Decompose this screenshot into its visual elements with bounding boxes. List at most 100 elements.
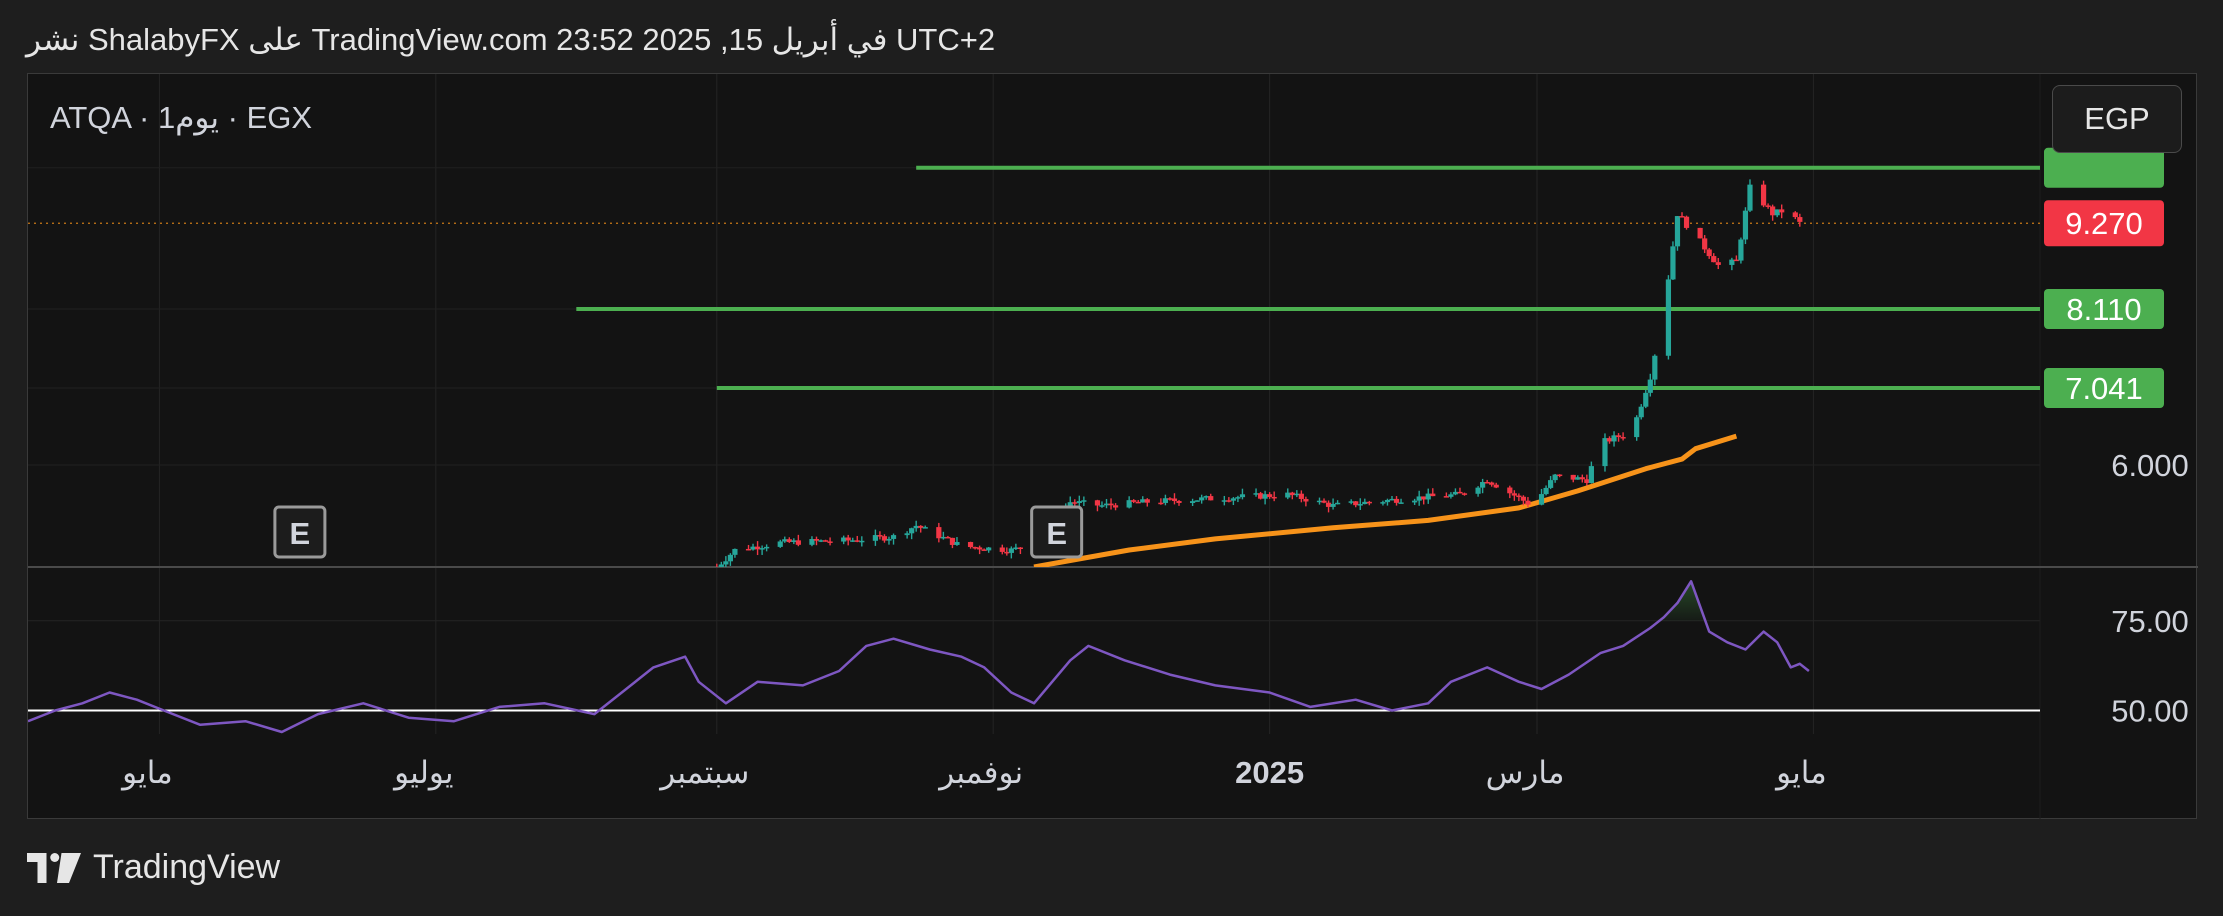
tradingview-logo-icon: [27, 852, 81, 883]
candle-body-18: [822, 540, 829, 542]
candle-body-143: [1615, 435, 1622, 438]
candle-body-169: [1779, 209, 1785, 213]
candle-body-49: [1017, 547, 1024, 549]
candle-body-14: [795, 540, 801, 545]
candle-body-42: [977, 547, 983, 550]
candle-body-25: [872, 535, 878, 541]
candle-body-97: [1325, 502, 1332, 507]
currency-button[interactable]: EGP: [2052, 85, 2182, 153]
candle-body-149: [1652, 355, 1658, 380]
candle-body-163: [1742, 210, 1749, 240]
candle-body-37: [945, 536, 951, 539]
candle-body-74: [1176, 501, 1182, 503]
chart-frame[interactable]: E E 6.000 8.110 7.041 9.270 75.00 50.00 مايو يولي…: [27, 73, 2198, 820]
candle-body-99: [1335, 502, 1341, 505]
symbol-legend[interactable]: ATQA · 1يوم · EGX: [50, 100, 312, 136]
candle-body-107: [1389, 498, 1395, 501]
x-tick-label-0: مايو: [120, 755, 173, 791]
footer-brand-name: TradingView: [93, 848, 281, 886]
candle-body-90: [1285, 492, 1291, 498]
candle-body-39: [954, 542, 960, 545]
candle-body-121: [1480, 482, 1486, 488]
candle-body-95: [1316, 500, 1323, 503]
footer-branding: TradingView: [27, 848, 280, 887]
candle-body-148: [1647, 379, 1653, 393]
candle-body-171: [1797, 217, 1803, 222]
candle-body-63: [1108, 503, 1114, 506]
candle-body-122: [1484, 482, 1490, 484]
candle-body-119: [1461, 493, 1468, 495]
level-tag-label-1: 8.110: [2066, 292, 2141, 327]
candle-body-76: [1194, 500, 1200, 502]
candle-body-154: [1683, 216, 1690, 228]
candle-body-168: [1774, 209, 1780, 216]
candle-body-48: [1013, 547, 1019, 549]
candle-body-9: [764, 546, 770, 549]
rsi-line: [28, 580, 1810, 734]
candle-body-157: [1706, 249, 1712, 257]
candle-body-32: [913, 525, 919, 529]
candle-body-142: [1611, 435, 1617, 442]
candle-body-71: [1162, 498, 1169, 503]
level-tag-0: [2044, 147, 2164, 188]
candle-body-67: [1135, 501, 1141, 504]
candle-body-88: [1267, 494, 1273, 497]
candle-body-5: [745, 548, 752, 551]
candle-body-161: [1733, 259, 1739, 262]
candle-body-38: [949, 537, 956, 545]
x-tick-label-5: مارس: [1486, 755, 1565, 791]
candle-body-86: [1257, 493, 1264, 499]
candle-body-120: [1475, 487, 1481, 494]
candle-body-4: [732, 548, 738, 555]
candle-body-160: [1729, 259, 1735, 265]
last-price-label: 9.270: [2065, 206, 2143, 241]
candle-body-1: [718, 564, 724, 567]
candle-body-69: [1144, 499, 1150, 503]
candle-body-2: [723, 561, 729, 565]
chart-canvas[interactable]: E E 6.000 8.110 7.041 9.270 75.00 50.00 مايو يولي…: [28, 74, 2198, 820]
candle-body-23: [854, 540, 860, 542]
candle-body-165: [1760, 184, 1767, 206]
candle-body-62: [1103, 503, 1110, 506]
candle-body-41: [972, 547, 978, 549]
candle-body-29: [890, 535, 897, 539]
candle-body-130: [1538, 494, 1545, 505]
candle-body-26: [877, 535, 883, 537]
candle-body-61: [1099, 505, 1105, 507]
candle-body-12: [786, 539, 792, 542]
candle-body-28: [886, 538, 892, 541]
candle-body-100: [1348, 501, 1354, 503]
earnings-marker-label-1: E: [1046, 516, 1067, 551]
candle-body-133: [1552, 474, 1558, 481]
candle-body-75: [1190, 501, 1196, 503]
candle-body-102: [1357, 504, 1363, 506]
candle-body-135: [1570, 474, 1576, 480]
candle-body-134: [1557, 474, 1563, 477]
candle-body-150: [1665, 279, 1672, 356]
candle-body-170: [1792, 212, 1798, 218]
candle-body-132: [1547, 480, 1554, 488]
candle-body-60: [1094, 500, 1101, 506]
candle-body-155: [1697, 227, 1703, 239]
candle-body-13: [791, 540, 797, 542]
candle-body-114: [1430, 493, 1436, 497]
candle-body-6: [750, 546, 756, 550]
candle-body-57: [1072, 502, 1078, 504]
candle-body-141: [1606, 438, 1613, 442]
candle-body-80: [1221, 500, 1227, 502]
candle-body-106: [1384, 499, 1391, 503]
candle-body-131: [1543, 487, 1549, 495]
rsi-tick-label-0: 75.00: [2111, 604, 2189, 639]
candle-body-7: [754, 546, 761, 550]
candle-body-127: [1516, 495, 1522, 498]
candle-body-81: [1226, 500, 1232, 502]
candle-body-73: [1171, 498, 1178, 502]
candle-body-104: [1366, 501, 1372, 504]
candle-body-159: [1715, 262, 1721, 265]
x-tick-label-2: سبتمبر: [658, 755, 749, 791]
candle-body-167: [1770, 206, 1776, 216]
candle-body-87: [1262, 494, 1268, 499]
x-tick-label-3: نوفمبر: [937, 755, 1023, 791]
candle-body-129: [1525, 500, 1531, 505]
price-tick-label-0: 6.000: [2111, 448, 2189, 483]
